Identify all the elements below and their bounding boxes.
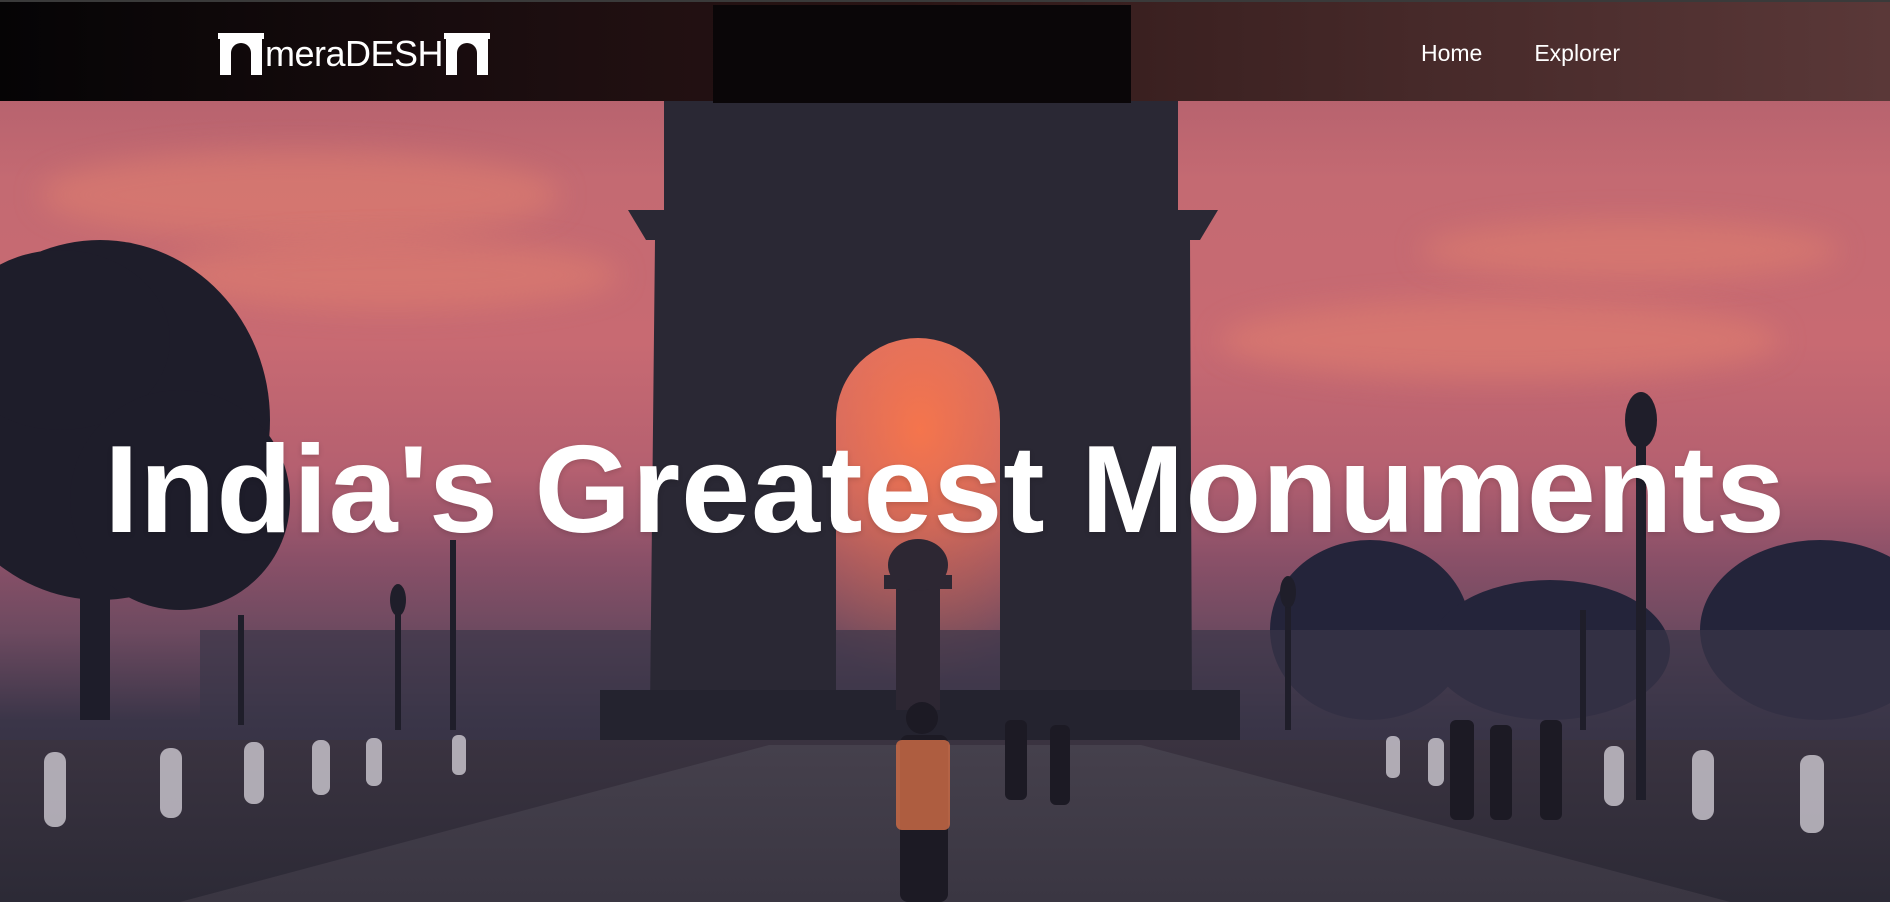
nav-link-explorer[interactable]: Explorer (1534, 40, 1620, 67)
india-gate-icon (218, 33, 264, 75)
hero-title: India's Greatest Monuments (104, 421, 1786, 559)
nav-link-home[interactable]: Home (1421, 40, 1482, 67)
india-gate-icon (444, 33, 491, 75)
brand-logo[interactable]: meraDESH (218, 33, 491, 75)
brand-name: meraDESH (265, 33, 444, 74)
navbar-shadow-block (713, 5, 1131, 103)
navbar: meraDESH Home Explorer (0, 0, 1890, 103)
nav-links: Home Explorer (1421, 40, 1620, 67)
page: meraDESH Home Explorer India's Greatest … (0, 0, 1890, 902)
